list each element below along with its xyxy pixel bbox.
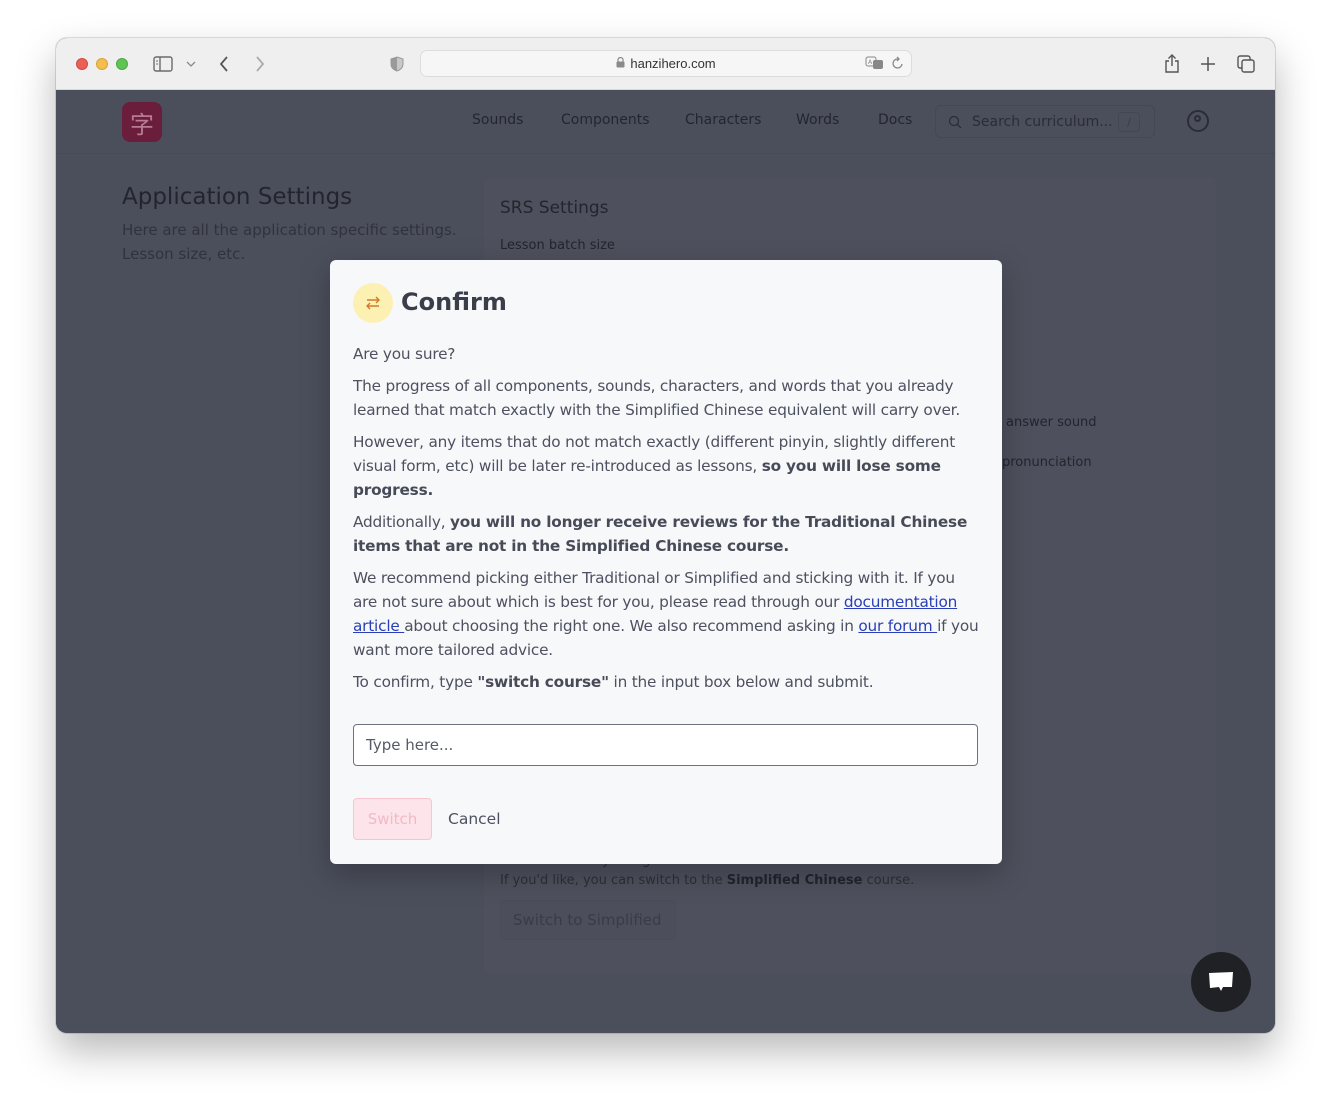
url-text: hanzihero.com — [630, 56, 716, 71]
switch-arrows-icon — [353, 283, 393, 323]
app-logo[interactable]: 字 — [122, 102, 162, 142]
chevron-down-icon[interactable] — [184, 52, 198, 76]
lesson-batch-size-label: Lesson batch size — [500, 238, 615, 253]
nav-link-sounds[interactable]: Sounds — [472, 112, 523, 128]
switch-button[interactable]: Switch — [353, 798, 432, 840]
search-icon — [948, 115, 962, 129]
srs-settings-heading: SRS Settings — [500, 198, 609, 218]
dialog-carry-over-text: The progress of all components, sounds, … — [353, 377, 961, 419]
confirmation-input[interactable] — [353, 724, 978, 766]
zoom-window-button[interactable] — [116, 58, 128, 70]
switch-to-simplified-button[interactable]: Switch to Simplified — [500, 900, 676, 940]
logo-glyph: 字 — [130, 110, 154, 139]
switch-course-hint: If you'd like, you can switch to the Sim… — [500, 873, 915, 888]
cancel-button[interactable]: Cancel — [438, 798, 511, 840]
lock-icon — [616, 56, 625, 71]
dialog-body: Are you sure? The progress of all compon… — [353, 342, 979, 702]
shield-icon[interactable] — [388, 52, 406, 76]
share-icon[interactable] — [1162, 52, 1182, 76]
forward-icon[interactable] — [252, 52, 268, 76]
minimize-window-button[interactable] — [96, 58, 108, 70]
pronunciation-option[interactable]: pronunciation — [1002, 455, 1092, 470]
chat-widget-button[interactable] — [1191, 952, 1251, 1012]
chat-icon — [1207, 970, 1235, 994]
curriculum-search[interactable]: Search curriculum... / — [935, 105, 1155, 138]
translate-icon[interactable]: A — [865, 55, 885, 74]
top-navigation: 字 Sounds Components Characters Words Doc… — [56, 90, 1275, 154]
search-placeholder: Search curriculum... — [972, 113, 1113, 130]
dialog-recommendation: We recommend picking either Traditional … — [353, 569, 979, 659]
dialog-question: Are you sure? — [353, 345, 456, 363]
forum-link[interactable]: our forum — [858, 617, 937, 635]
nav-link-components[interactable]: Components — [561, 112, 650, 128]
dialog-title: Confirm — [401, 288, 507, 316]
dialog-reviews-warning: Additionally, you will no longer receive… — [353, 513, 968, 555]
answer-sound-option[interactable]: answer sound — [1006, 415, 1097, 430]
back-icon[interactable] — [216, 52, 232, 76]
tabs-overview-icon[interactable] — [1236, 52, 1256, 76]
dialog-lose-progress-text: However, any items that do not match exa… — [353, 433, 956, 499]
search-shortcut-key: / — [1118, 112, 1140, 132]
sidebar-toggle-icon[interactable] — [152, 52, 174, 76]
browser-toolbar: hanzihero.com A — [56, 38, 1275, 90]
reload-icon[interactable] — [891, 55, 905, 74]
svg-text:A: A — [868, 59, 873, 66]
close-window-button[interactable] — [76, 58, 88, 70]
browser-window: hanzihero.com A 字 Sounds Components Char… — [56, 38, 1275, 1033]
confirm-dialog: Confirm Are you sure? The progress of al… — [330, 260, 1002, 864]
address-bar[interactable]: hanzihero.com A — [420, 50, 912, 77]
new-tab-icon[interactable] — [1198, 52, 1218, 76]
nav-link-words[interactable]: Words — [796, 112, 839, 128]
settings-page-title: Application Settings — [122, 184, 353, 210]
dialog-instruction: To confirm, type "switch course" in the … — [353, 673, 874, 691]
user-account-icon[interactable] — [1187, 110, 1209, 132]
nav-link-characters[interactable]: Characters — [685, 112, 761, 128]
nav-link-docs[interactable]: Docs — [878, 112, 912, 128]
settings-page-subtitle: Here are all the application specific se… — [122, 221, 457, 263]
